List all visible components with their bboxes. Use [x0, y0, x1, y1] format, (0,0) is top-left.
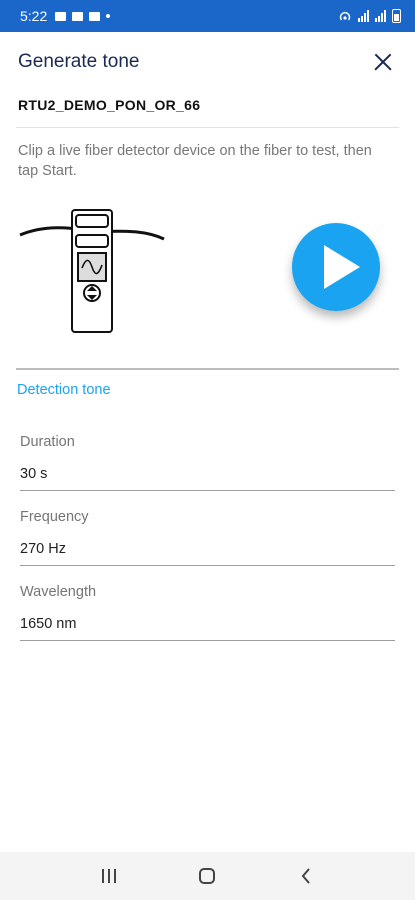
more-notifications-icon — [106, 14, 111, 18]
home-icon — [199, 868, 216, 884]
duration-label: Duration — [20, 434, 75, 450]
fiber-detector-illustration — [19, 209, 165, 333]
wavelength-label: Wavelength — [20, 584, 97, 600]
system-nav-bar — [0, 852, 415, 900]
signal-icon — [358, 10, 369, 22]
status-time: 5:22 — [20, 8, 48, 24]
frequency-value[interactable]: 270 Hz — [20, 541, 395, 557]
wavelength-value[interactable]: 1650 nm — [20, 616, 395, 632]
header: Generate tone — [0, 32, 415, 92]
battery-icon — [392, 9, 401, 23]
frequency-label: Frequency — [20, 509, 89, 525]
voicemail-notification-icon-2 — [89, 11, 101, 21]
status-bar: 5:22 — [0, 0, 415, 32]
voicemail-notification-icon — [72, 11, 84, 21]
recent-apps-icon — [102, 869, 117, 883]
frequency-underline — [20, 565, 395, 566]
frequency-field[interactable]: Frequency 270 Hz — [20, 509, 395, 566]
image-notification-icon — [55, 11, 67, 21]
duration-field[interactable]: Duration 30 s — [20, 434, 395, 491]
signal-icon-2 — [375, 10, 386, 22]
duration-underline — [20, 490, 395, 491]
instructions-text: Clip a live fiber detector device on the… — [18, 143, 372, 179]
back-button[interactable] — [286, 856, 326, 896]
play-icon — [324, 245, 360, 289]
notification-icons — [55, 11, 111, 21]
home-button[interactable] — [187, 856, 227, 896]
wavelength-field[interactable]: Wavelength 1650 nm — [20, 584, 395, 641]
page-title: Generate tone — [18, 51, 140, 72]
start-button[interactable] — [292, 223, 380, 311]
back-icon — [301, 868, 310, 884]
divider — [16, 127, 399, 128]
duration-value[interactable]: 30 s — [20, 466, 395, 482]
close-icon[interactable] — [369, 48, 397, 76]
section-divider — [16, 368, 399, 370]
device-name: RTU2_DEMO_PON_OR_66 — [18, 97, 201, 113]
hotspot-icon — [339, 11, 351, 21]
recent-apps-button[interactable] — [89, 856, 129, 896]
section-title: Detection tone — [17, 382, 111, 398]
system-status-icons — [338, 9, 401, 23]
wavelength-underline — [20, 640, 395, 641]
